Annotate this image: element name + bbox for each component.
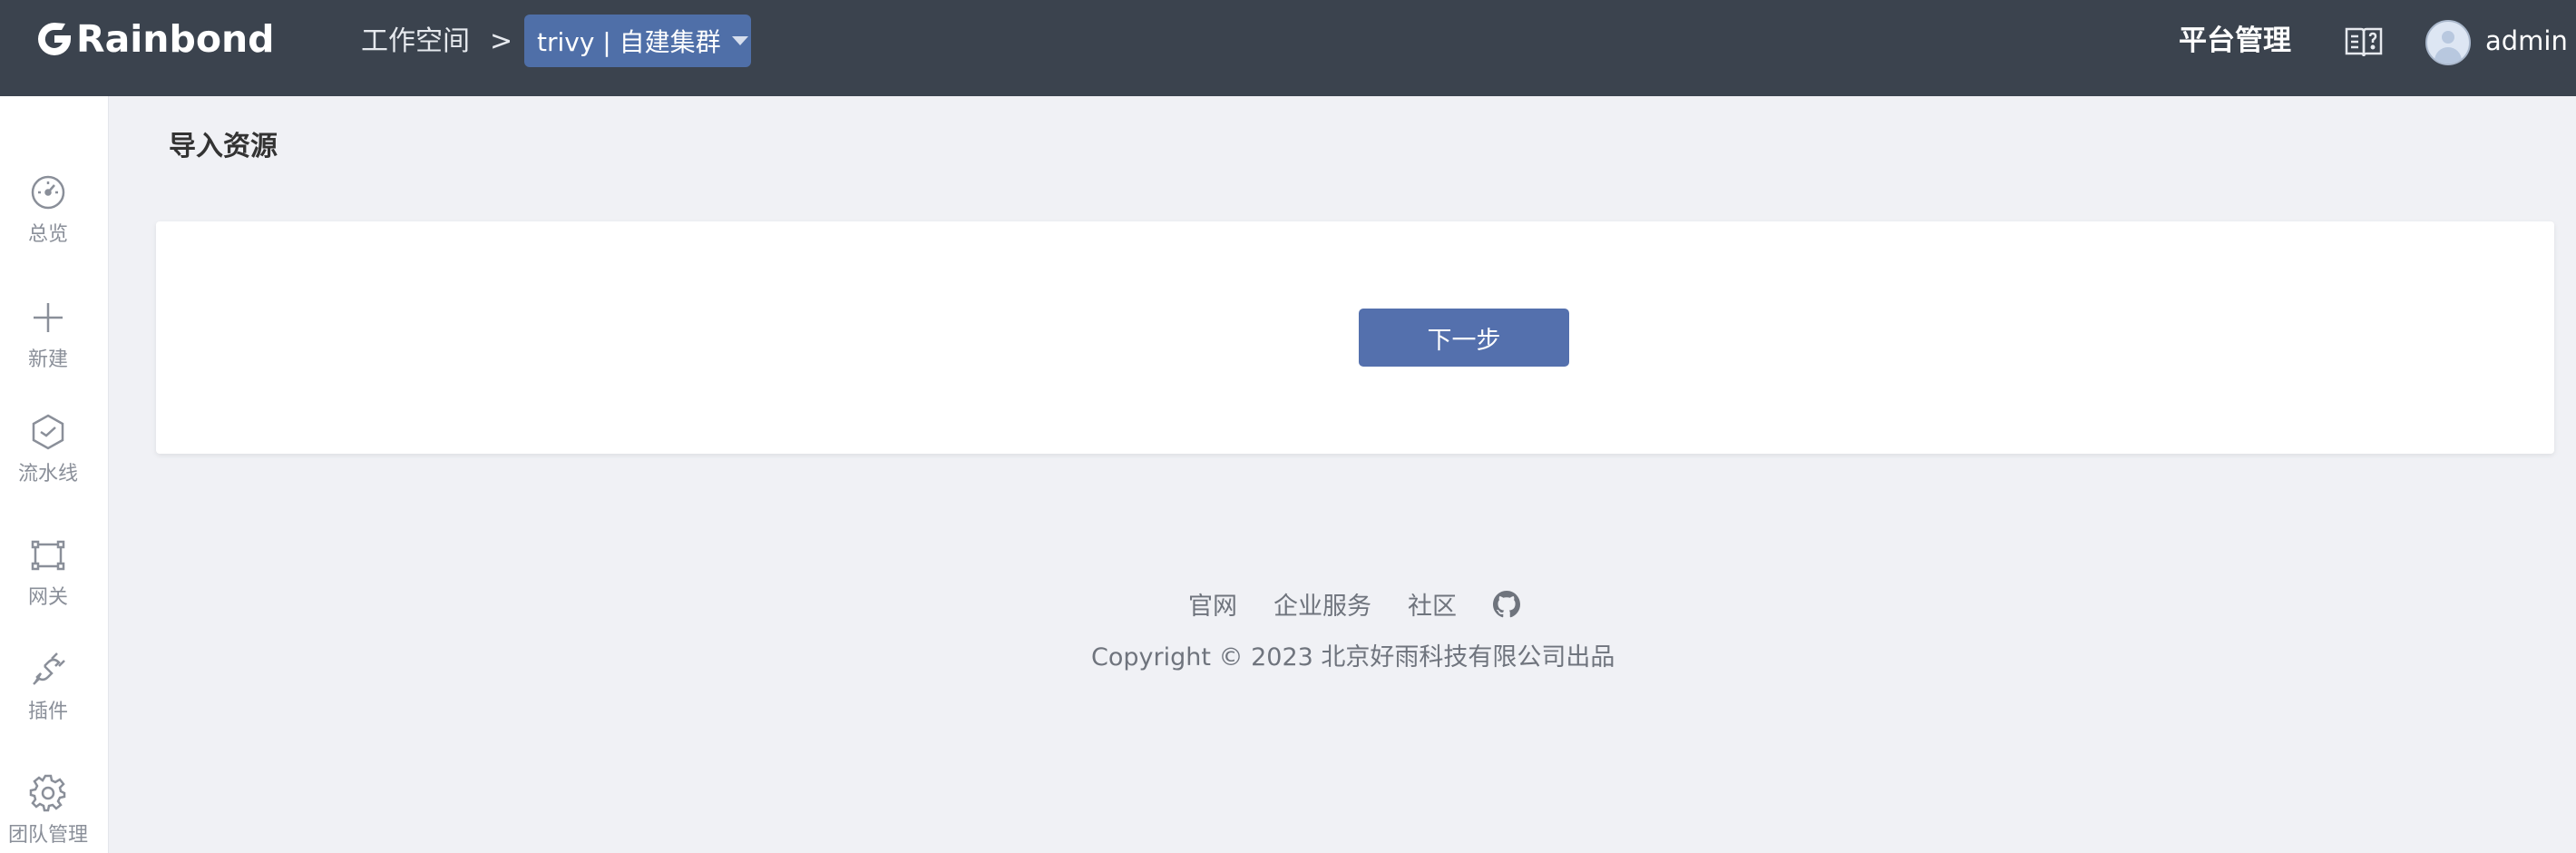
avatar[interactable] [2425, 20, 2471, 65]
plus-icon [34, 303, 63, 332]
logo-text: Rainbond [76, 17, 275, 61]
sidebar-item-overview[interactable]: 总览 [0, 172, 96, 247]
next-step-button[interactable]: 下一步 [1359, 309, 1569, 367]
avatar-body [2435, 47, 2462, 64]
breadcrumb-separator: > [490, 25, 513, 57]
import-card [156, 221, 2554, 454]
dashboard-gauge-icon [31, 175, 65, 210]
sidebar-item-gateway[interactable]: 网关 [0, 535, 96, 610]
rainbond-logo-icon [38, 23, 71, 55]
workspace-select-label: trivy | 自建集群 [537, 27, 721, 57]
docs-book-icon[interactable] [2344, 25, 2384, 60]
sidebar-item-label: 流水线 [17, 463, 78, 485]
footer-links: 官网 企业服务 社区 [1188, 586, 1520, 622]
caret-down-icon [731, 36, 748, 45]
footer-link-community[interactable]: 社区 [1408, 586, 1457, 622]
sidebar-item-plugins[interactable]: 插件 [0, 650, 96, 724]
workspace-select[interactable]: trivy | 自建集群 [524, 15, 751, 67]
pipeline-cube-icon [32, 414, 64, 450]
sidebar-item-label: 总览 [27, 223, 68, 246]
username[interactable]: admin [2485, 22, 2568, 60]
sidebar-item-pipeline[interactable]: 流水线 [0, 412, 96, 486]
gear-icon [29, 774, 66, 812]
sidebar-item-label: 插件 [27, 701, 68, 723]
sidebar-item-create[interactable]: 新建 [0, 298, 96, 372]
rainbond-logo[interactable]: Rainbond [34, 16, 275, 62]
github-icon[interactable] [1493, 590, 1520, 618]
sidebar-item-label: 新建 [27, 348, 68, 371]
top-header: Rainbond 工作空间 > trivy | 自建集群 平台管理 admin [0, 0, 2576, 96]
breadcrumb-workspace[interactable]: 工作空间 [361, 22, 470, 62]
sidebar-item-team-management[interactable]: 团队管理 [0, 773, 96, 848]
sidebar-item-label: 网关 [27, 586, 68, 609]
footer-link-official-site[interactable]: 官网 [1188, 586, 1237, 622]
platform-admin-link[interactable]: 平台管理 [2179, 20, 2291, 62]
sidebar: 总览 新建 流水线 网关 插件 团队管理 [0, 96, 109, 853]
page-title: 导入资源 [169, 131, 278, 162]
plug-icon [33, 652, 65, 685]
avatar-head [2442, 31, 2454, 44]
copyright-text: Copyright © 2023 北京好雨科技有限公司出品 [1091, 643, 1615, 672]
gateway-icon [31, 540, 65, 571]
sidebar-item-label: 团队管理 [7, 824, 88, 847]
footer-link-enterprise-service[interactable]: 企业服务 [1273, 586, 1371, 622]
